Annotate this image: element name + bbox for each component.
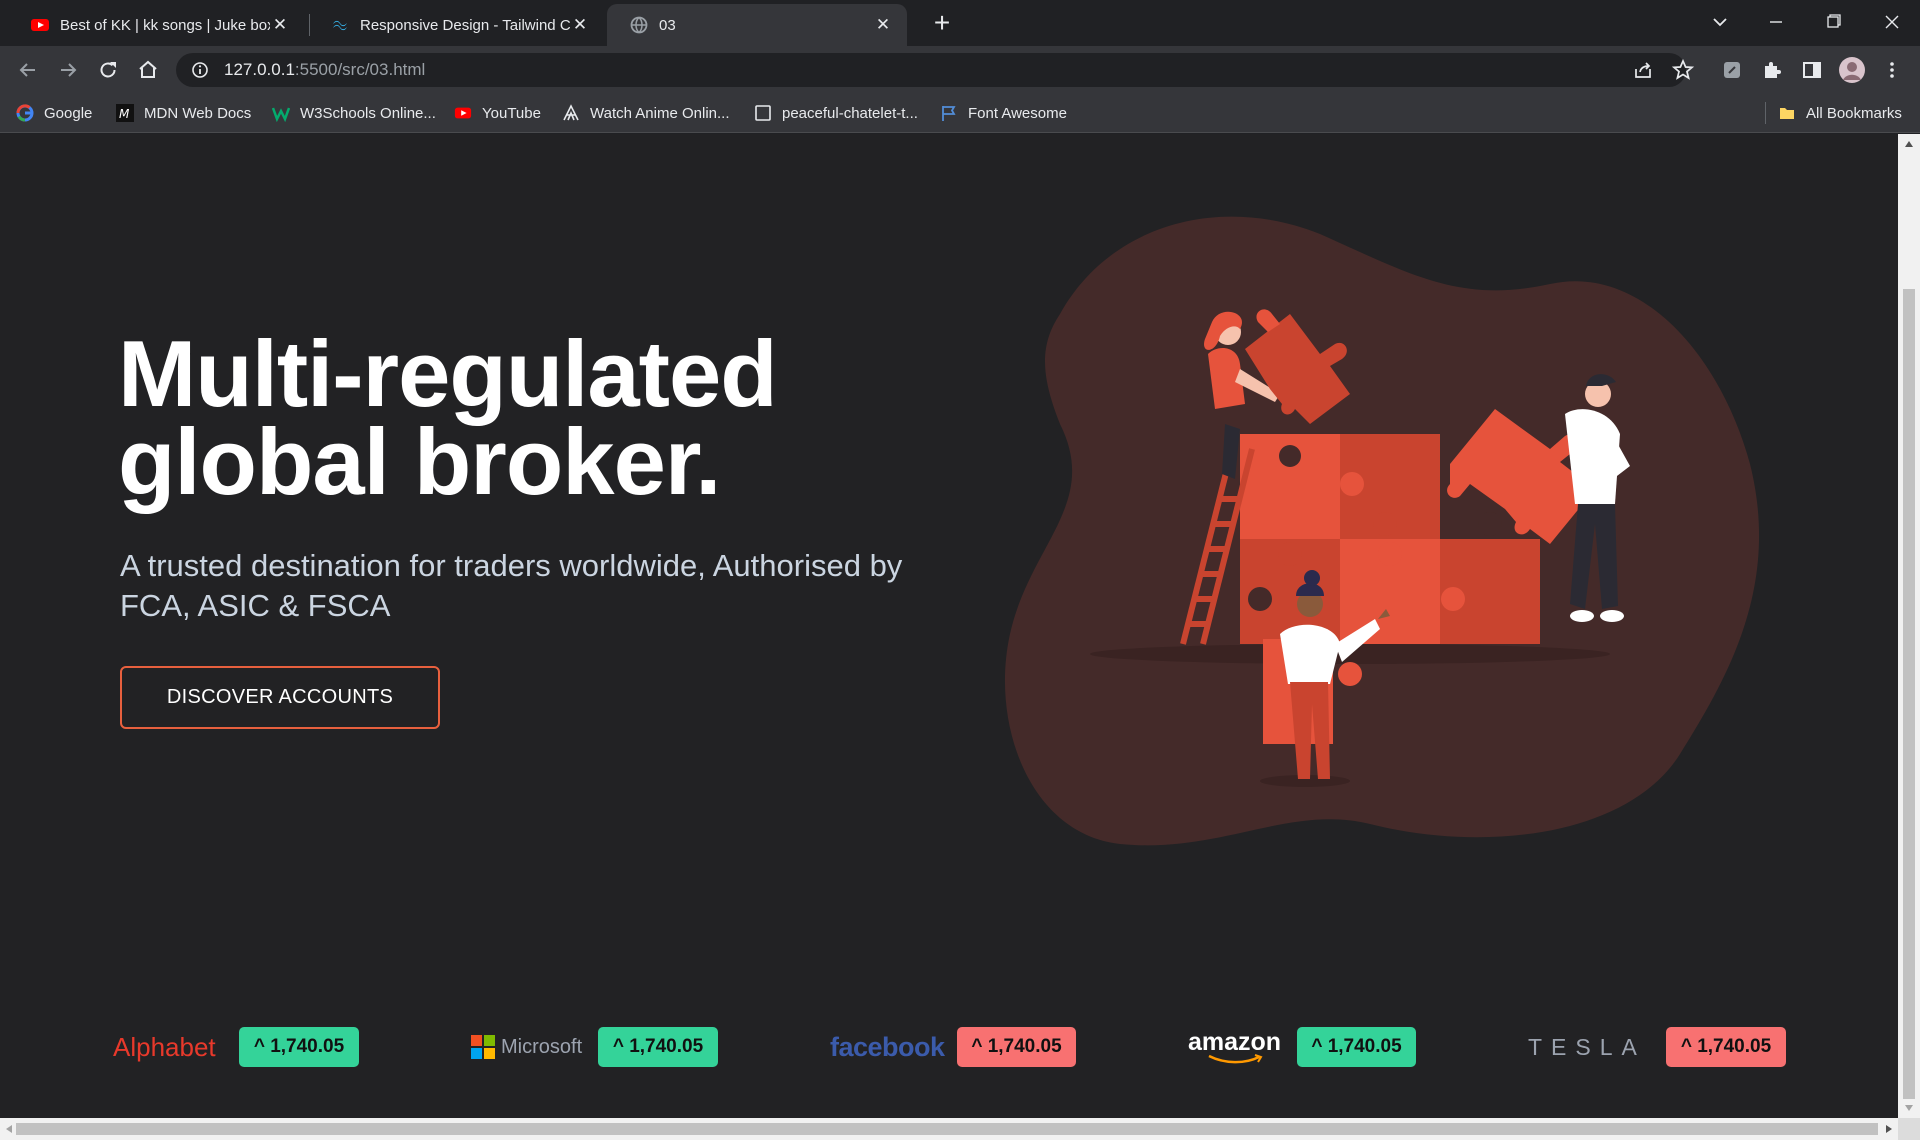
microsoft-icon (471, 1035, 495, 1059)
vertical-scrollbar[interactable] (1898, 134, 1920, 1118)
scroll-up-icon[interactable] (1904, 140, 1914, 148)
scroll-down-icon[interactable] (1904, 1104, 1914, 1112)
youtube-icon (454, 104, 472, 122)
folder-icon (1778, 104, 1796, 122)
bookmarks-bar: Google M MDN Web Docs W3Schools Online..… (0, 93, 1920, 133)
bookmark-label: Font Awesome (968, 104, 1067, 122)
horizontal-scrollbar-thumb[interactable] (16, 1123, 1878, 1135)
hero-subtitle: A trusted destination for traders worldw… (120, 548, 903, 623)
microsoft-logo: Microsoft (471, 1022, 582, 1072)
bookmark-label: YouTube (482, 104, 541, 122)
hero-title: Multi-regulated global broker. (118, 321, 918, 514)
bookmark-google[interactable]: Google (16, 101, 92, 125)
avatar[interactable] (1836, 54, 1868, 86)
alphabet-logo: Alphabet (113, 1022, 216, 1072)
bookmark-w3schools[interactable]: W3Schools Online... (272, 101, 436, 125)
discover-accounts-button[interactable]: DISCOVER ACCOUNTS (120, 666, 440, 729)
back-icon[interactable] (12, 54, 44, 86)
extensions-puzzle-icon[interactable] (1756, 54, 1788, 86)
ticker-badge: ^ 1,740.05 (957, 1027, 1076, 1067)
bookmark-label: All Bookmarks (1806, 104, 1902, 122)
tab-03[interactable]: 03 ✕ (607, 4, 907, 46)
scrollbar-corner (1898, 1118, 1920, 1140)
company-name: Alphabet (113, 1031, 216, 1062)
tab-strip: Best of KK | kk songs | Juke box | ✕ Res… (0, 0, 1920, 46)
bookmark-anime[interactable]: Watch Anime Onlin... (562, 101, 730, 125)
company-name: facebook (830, 1031, 945, 1062)
tab-title: Best of KK | kk songs | Juke box | (60, 16, 270, 34)
browser-toolbar: 127.0.0.1:5500/src/03.html (0, 46, 1920, 93)
site-info-icon[interactable] (190, 60, 210, 80)
horizontal-scrollbar[interactable] (0, 1118, 1898, 1140)
bookmark-label: Google (44, 104, 93, 122)
side-panel-icon[interactable] (1796, 54, 1828, 86)
close-window-icon[interactable] (1876, 8, 1908, 36)
bookmark-label: W3Schools Online... (300, 104, 436, 122)
scroll-right-icon[interactable] (1885, 1124, 1893, 1134)
page-icon (754, 104, 772, 122)
company-name: TESLA (1528, 1033, 1646, 1060)
tab-title: 03 (659, 16, 676, 34)
menu-icon[interactable] (1876, 54, 1908, 86)
reload-icon[interactable] (92, 54, 124, 86)
vertical-scrollbar-thumb[interactable] (1903, 289, 1915, 1099)
globe-icon (630, 16, 648, 34)
close-icon[interactable]: ✕ (570, 15, 590, 35)
close-icon[interactable]: ✕ (270, 15, 290, 35)
anime-icon (562, 104, 580, 122)
youtube-icon (31, 19, 49, 31)
tailwind-icon (333, 20, 347, 31)
page-content: Multi-regulated global broker. A trusted… (0, 134, 1898, 1118)
bookmark-font-awesome[interactable]: Font Awesome (940, 101, 1067, 125)
tab-kk-songs[interactable]: Best of KK | kk songs | Juke box | ✕ (8, 4, 304, 46)
share-icon[interactable] (1627, 54, 1659, 86)
bookmark-label: Watch Anime Onlin... (590, 104, 730, 122)
ticker-badge: ^ 1,740.05 (239, 1027, 359, 1067)
home-icon[interactable] (132, 54, 164, 86)
amazon-logo: amazon (1188, 1022, 1281, 1072)
amazon-smile-icon (1207, 1054, 1263, 1064)
bookmark-all-bookmarks[interactable]: All Bookmarks (1778, 101, 1902, 125)
ticker-badge: ^ 1,740.05 (598, 1027, 718, 1067)
url-host: 127.0.0.1 (224, 60, 295, 79)
bookmark-youtube[interactable]: YouTube (454, 101, 541, 125)
bookmark-label: MDN Web Docs (144, 104, 252, 122)
w3schools-icon (272, 104, 290, 122)
extension-icon[interactable] (1716, 54, 1748, 86)
ticker-badge: ^ 1,740.05 (1297, 1027, 1416, 1067)
forward-icon[interactable] (52, 54, 84, 86)
bookmark-label: peaceful-chatelet-t... (782, 104, 918, 122)
restore-icon[interactable] (1817, 8, 1849, 36)
tab-title: Responsive Design - Tailwind CSS (360, 16, 570, 34)
close-icon[interactable]: ✕ (873, 15, 893, 35)
google-icon (16, 104, 34, 122)
bookmark-mdn[interactable]: M MDN Web Docs (116, 101, 251, 125)
bookmarks-divider (1765, 102, 1766, 124)
puzzle-illustration (1004, 216, 1760, 846)
svg-text:M: M (119, 107, 130, 121)
hero-title-line: global broker. (118, 409, 721, 514)
url-path: :5500/src/03.html (294, 60, 426, 79)
bookmark-peaceful-chatelet[interactable]: peaceful-chatelet-t... (754, 101, 918, 125)
star-icon[interactable] (1667, 54, 1699, 86)
flag-icon (940, 104, 958, 122)
facebook-logo: facebook (830, 1022, 945, 1072)
tab-search-icon[interactable] (1706, 8, 1734, 36)
minimize-icon[interactable] (1760, 8, 1792, 36)
company-name: Microsoft (501, 1035, 583, 1058)
ticker-badge: ^ 1,740.05 (1666, 1027, 1786, 1067)
scroll-left-icon[interactable] (5, 1124, 13, 1134)
address-bar[interactable]: 127.0.0.1:5500/src/03.html (176, 53, 1686, 87)
mdn-icon: M (116, 104, 134, 122)
hero-title-line: Multi-regulated (118, 321, 778, 426)
new-tab-button[interactable]: + (922, 6, 962, 40)
tab-tailwind[interactable]: Responsive Design - Tailwind CSS ✕ (308, 4, 604, 46)
company-name: amazon (1188, 1028, 1282, 1056)
tesla-logo: TESLA (1528, 1022, 1646, 1072)
